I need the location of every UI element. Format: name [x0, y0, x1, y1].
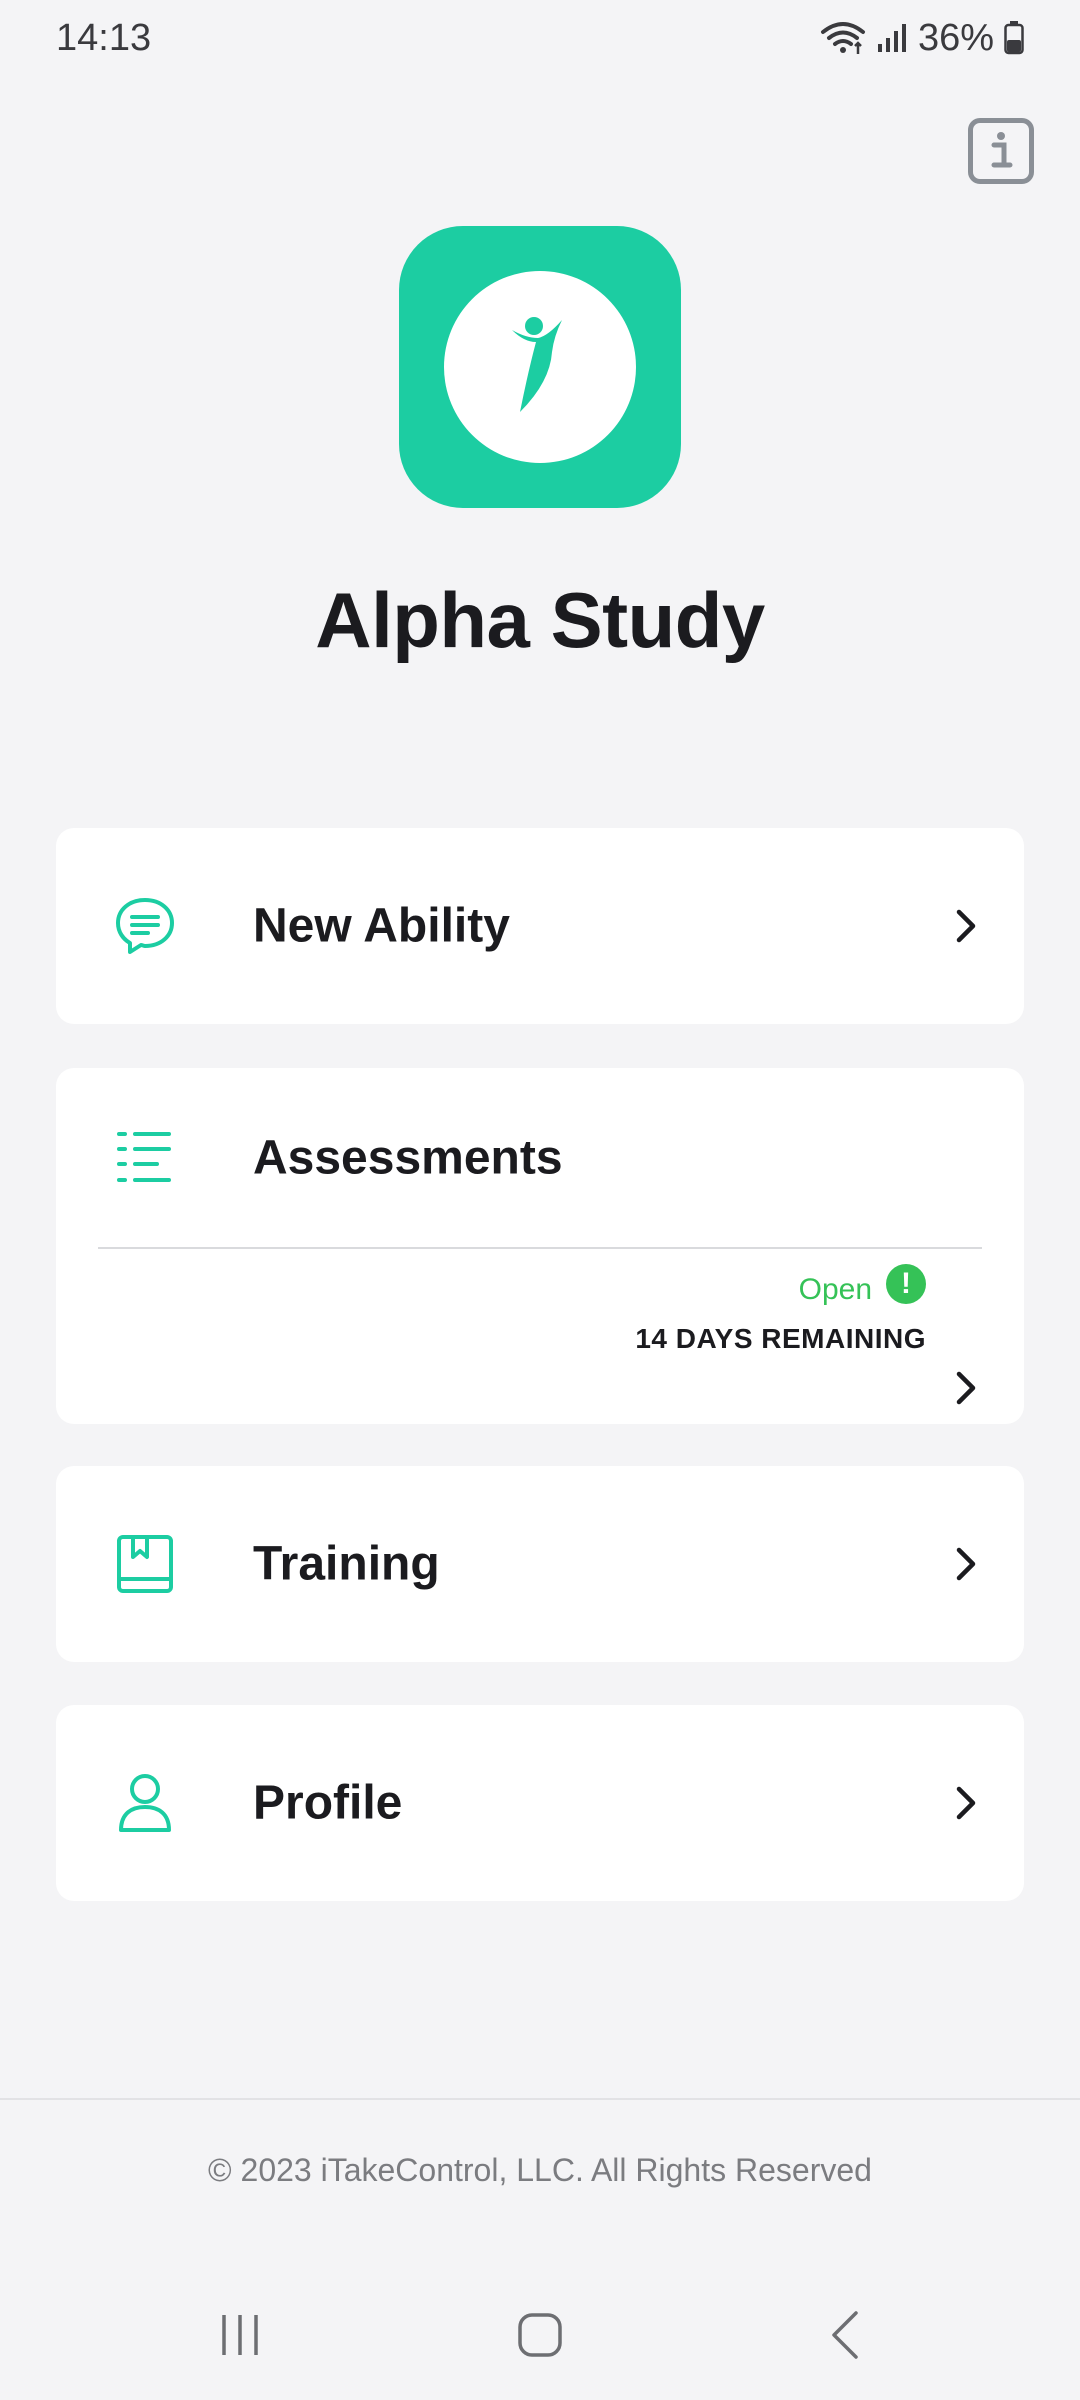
- info-button[interactable]: [968, 118, 1034, 184]
- open-status-text: Open: [798, 1273, 872, 1306]
- alert-icon: !: [886, 1264, 926, 1304]
- home-icon: [518, 2313, 562, 2357]
- app-title: Alpha Study: [315, 576, 765, 664]
- assessments-card[interactable]: Assessments Open ! 14 DAYS REMAINING: [56, 1068, 1024, 1424]
- assessment-status[interactable]: Open ! 14 DAYS REMAINING: [635, 1264, 926, 1355]
- battery-icon: [1004, 21, 1024, 55]
- new-ability-card[interactable]: New Ability: [56, 828, 1024, 1024]
- status-icons: 36%: [820, 17, 1024, 60]
- divider: [98, 1247, 982, 1249]
- assessments-header-row: Assessments: [56, 1068, 1024, 1247]
- training-label: Training: [253, 1537, 440, 1591]
- status-time: 14:13: [56, 16, 152, 59]
- profile-row[interactable]: Profile: [56, 1705, 1024, 1901]
- list-icon: [110, 1123, 180, 1193]
- battery-percent: 36%: [917, 16, 994, 59]
- chat-bubble-icon: [110, 891, 180, 961]
- training-row[interactable]: Training: [56, 1466, 1024, 1662]
- days-remaining: 14 DAYS REMAINING: [635, 1323, 926, 1354]
- training-card[interactable]: Training: [56, 1466, 1024, 1662]
- recent-apps-button[interactable]: [185, 2290, 295, 2380]
- home-button[interactable]: [485, 2290, 595, 2380]
- chevron-right-icon: [956, 1547, 976, 1581]
- logo-circle: [444, 271, 636, 463]
- screen: 14:13 36% Alpha Study New Ability Assess…: [0, 0, 1080, 2400]
- open-status-row: Open !: [635, 1264, 926, 1307]
- assessments-label: Assessments: [253, 1131, 563, 1184]
- person-icon: [110, 1768, 180, 1838]
- footer-divider: [0, 2098, 1080, 2100]
- profile-label: Profile: [253, 1776, 403, 1830]
- back-button[interactable]: [790, 2290, 900, 2380]
- info-icon: [991, 132, 1013, 168]
- chevron-right-icon: [956, 1786, 976, 1820]
- back-icon: [832, 2311, 858, 2359]
- profile-card[interactable]: Profile: [56, 1705, 1024, 1901]
- navigation-bar: [0, 2290, 1080, 2380]
- person-jumping-icon: [512, 317, 562, 412]
- new-ability-label: New Ability: [253, 899, 510, 953]
- copyright-text: © 2023 iTakeControl, LLC. All Rights Res…: [208, 2152, 872, 2188]
- app-logo: [399, 226, 681, 508]
- new-ability-row[interactable]: New Ability: [56, 828, 1024, 1024]
- status-bar: 14:13 36%: [0, 0, 1080, 76]
- book-icon: [110, 1529, 180, 1599]
- wifi-icon: [820, 22, 865, 54]
- chevron-right-icon: [956, 909, 976, 943]
- signal-icon: [877, 24, 906, 52]
- chevron-right-icon[interactable]: [952, 1370, 980, 1406]
- recent-apps-icon: [222, 2315, 258, 2355]
